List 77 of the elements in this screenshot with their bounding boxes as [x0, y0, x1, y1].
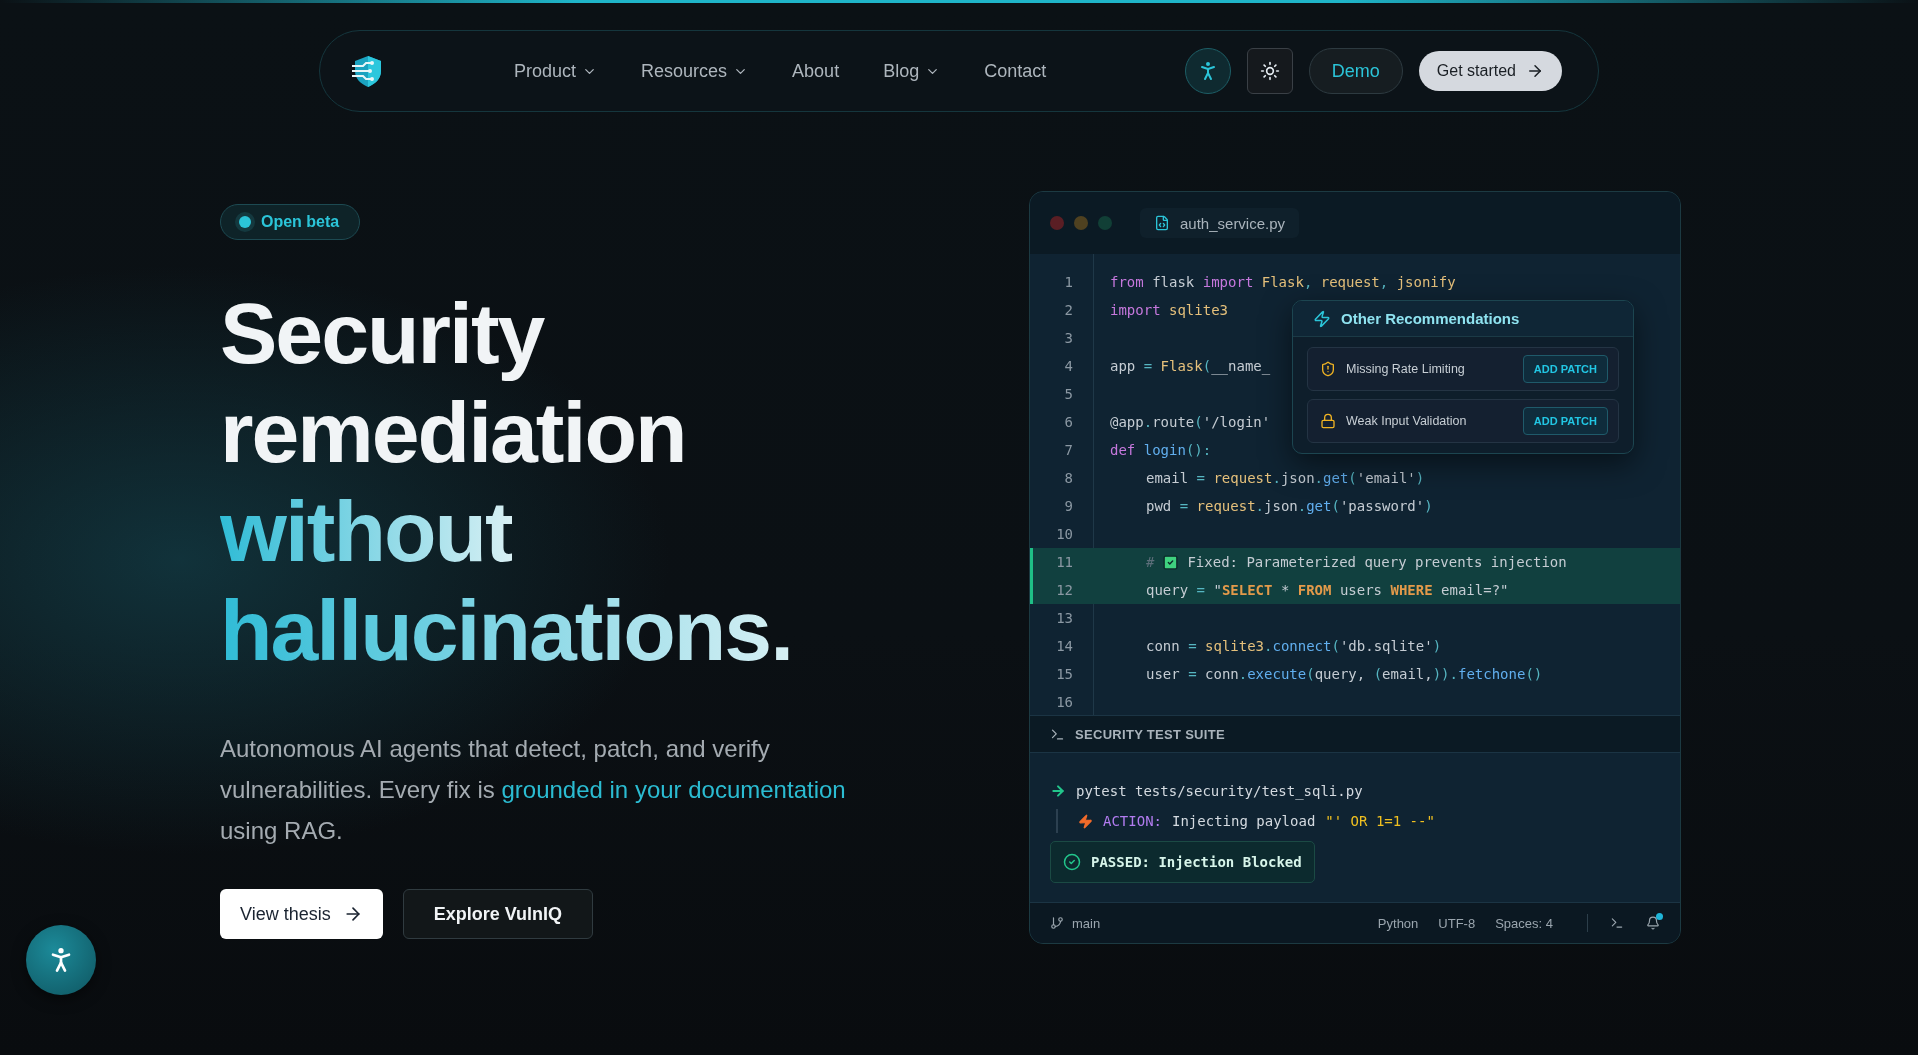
line-number: 4 [1063, 358, 1074, 374]
add-patch-button[interactable]: ADD PATCH [1522, 407, 1608, 435]
line-number: 5 [1063, 386, 1074, 402]
nav-link[interactable]: Blog [883, 60, 941, 82]
line-number: 12 [1055, 582, 1074, 598]
terminal-icon[interactable] [1610, 916, 1624, 930]
hero-description: Autonomous AI agents that detect, patch, and verify vulnerabilities. Every fix is grounded in your documentation using RAG. [220, 734, 847, 846]
line-number: 8 [1063, 470, 1074, 486]
bell-icon[interactable] [1646, 916, 1660, 930]
status-item: Python [1377, 915, 1419, 931]
line-number: 7 [1063, 442, 1074, 458]
code-text: pwd = request.json.get('password') [1146, 498, 1433, 514]
nav-link[interactable]: Contact [984, 60, 1047, 82]
terminal-command: pytest tests/security/test_sqli.py [1076, 783, 1363, 799]
line-number: 15 [1055, 666, 1074, 682]
line-number: 9 [1063, 498, 1074, 514]
window-dot [1074, 216, 1088, 230]
code-text: @app.route('/login' [1110, 414, 1271, 430]
badge-label: Open beta [261, 213, 340, 231]
checkbox-icon [1162, 553, 1180, 571]
code-text: Fixed: Parameterized query prevents injection [1187, 554, 1567, 570]
code-text: email = request.json.get('email') [1146, 470, 1425, 486]
arrow-right-icon [1050, 783, 1066, 799]
popover-title: Other Recommendations [1341, 310, 1520, 327]
action-text: Injecting payload [1172, 813, 1316, 829]
recommendation-label: Weak Input Validation [1346, 414, 1468, 428]
status-dot [239, 216, 251, 228]
window-dot [1050, 216, 1064, 230]
line-number: 1 [1063, 274, 1074, 290]
window-dot [1098, 216, 1112, 230]
code-text: def login(): [1110, 442, 1212, 458]
line-number: 6 [1063, 414, 1074, 430]
shield-alert-icon [1320, 361, 1336, 377]
nav-link[interactable]: Resources [641, 60, 749, 82]
lock-icon [1320, 413, 1336, 429]
get-started-button[interactable]: Get started [1418, 51, 1562, 91]
status-item: UTF-8 [1438, 915, 1476, 931]
view-thesis-button[interactable]: View thesis [220, 889, 383, 939]
add-patch-button[interactable]: ADD PATCH [1522, 355, 1608, 383]
line-number: 2 [1063, 302, 1074, 318]
code-text: from flask import Flask, request, jsonify [1110, 274, 1456, 290]
line-number: 13 [1055, 610, 1074, 626]
lightning-icon [1313, 309, 1331, 328]
headline-line: remediation [220, 383, 686, 482]
branch-icon [1050, 916, 1064, 930]
payload-text: "' OR 1=1 --" [1325, 813, 1435, 829]
branch-name: main [1072, 915, 1102, 931]
line-number: 3 [1063, 330, 1074, 346]
nav-link[interactable]: Product [514, 60, 598, 82]
code-text: import sqlite3 [1110, 302, 1228, 318]
terminal-icon [1050, 726, 1065, 742]
theme-toggle-button[interactable] [1246, 48, 1293, 94]
line-number: 14 [1055, 638, 1074, 654]
recommendation-label: Missing Rate Limiting [1346, 362, 1466, 376]
code-text: user = conn.execute(query, (email,)).fetchone() [1146, 666, 1543, 682]
line-number: 11 [1055, 554, 1074, 570]
explore-button[interactable]: Explore VulnIQ [402, 889, 594, 939]
result-text: PASSED: Injection Blocked [1091, 854, 1302, 870]
sun-icon [1259, 61, 1280, 81]
arrow-right-icon [1526, 62, 1544, 80]
code-text: query = "SELECT * FROM users WHERE email=?" [1146, 582, 1509, 598]
nav-link[interactable]: About [792, 60, 840, 82]
code-text: # [1146, 554, 1155, 570]
lightning-icon [1078, 813, 1093, 829]
file-icon [1154, 215, 1170, 231]
code-text: app = Flask(__name_ [1110, 358, 1271, 374]
demo-button[interactable]: Demo [1308, 48, 1403, 94]
line-number: 16 [1055, 694, 1074, 710]
accessibility-button[interactable] [1184, 48, 1231, 94]
code-text: conn = sqlite3.connect('db.sqlite') [1146, 638, 1442, 654]
line-number: 10 [1055, 526, 1074, 542]
check-circle-icon [1063, 853, 1081, 871]
headline-line: Security [220, 284, 544, 383]
status-item: Spaces: 4 [1495, 915, 1553, 931]
terminal-title: SECURITY TEST SUITE [1075, 726, 1225, 742]
file-tab[interactable]: auth_service.py [1140, 208, 1300, 238]
action-label: ACTION: [1103, 813, 1162, 829]
